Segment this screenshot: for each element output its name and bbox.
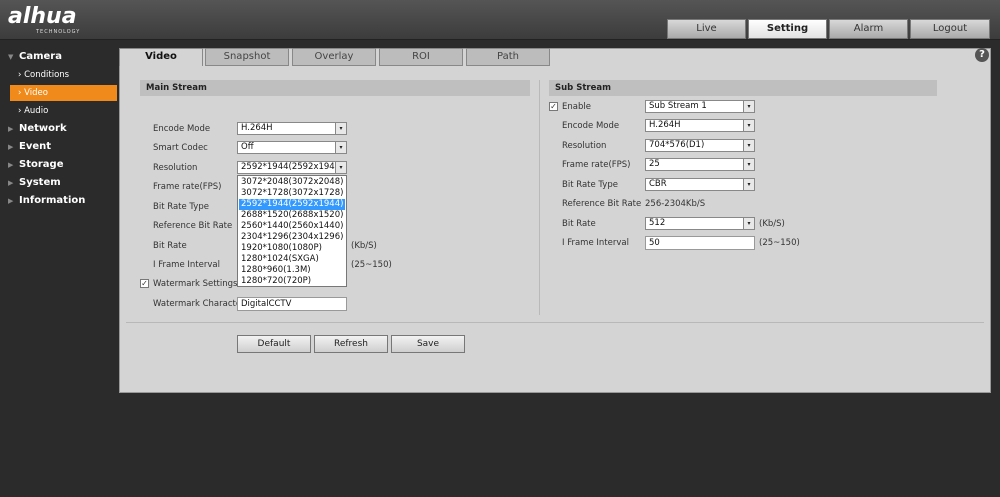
sub-bit-rate-type-select[interactable]: CBR ▾: [645, 178, 755, 191]
tab-roi[interactable]: ROI: [379, 48, 463, 66]
tab-path[interactable]: Path: [466, 48, 550, 66]
default-button[interactable]: Default: [237, 335, 311, 353]
main-stream-header: Main Stream: [140, 80, 530, 96]
column-divider: [539, 80, 540, 315]
bit-rate-type-label: Bit Rate Type: [153, 202, 209, 212]
resolution-option[interactable]: 2688*1520(2688x1520): [239, 210, 345, 221]
sub-bit-rate-type-label: Bit Rate Type: [562, 180, 618, 190]
caret-right-icon: ▶: [8, 125, 14, 133]
dropdown-arrow-icon: ▾: [743, 159, 754, 170]
brand-logo: alhua: [8, 4, 77, 29]
encode-mode-label: Encode Mode: [153, 124, 211, 134]
nav-live[interactable]: Live: [667, 19, 746, 39]
bit-rate-unit: (Kb/S): [351, 241, 377, 251]
resolution-option[interactable]: 2304*1296(2304x1296): [239, 232, 345, 243]
resolution-option-selected[interactable]: 2592*1944(2592x1944): [239, 199, 345, 210]
menu-video[interactable]: › Video: [10, 85, 117, 101]
sub-i-frame-input[interactable]: 50: [645, 236, 755, 250]
sub-encode-mode-label: Encode Mode: [562, 121, 620, 131]
sub-bit-rate-label: Bit Rate: [562, 219, 596, 229]
dropdown-arrow-icon: ▾: [335, 142, 346, 153]
caret-right-icon: ▶: [8, 179, 14, 187]
smart-codec-label: Smart Codec: [153, 143, 208, 153]
sub-i-frame-label: I Frame Interval: [562, 238, 629, 248]
resolution-option[interactable]: 2560*1440(2560x1440): [239, 221, 345, 232]
chevron-right-icon: ›: [18, 88, 22, 98]
enable-checkbox[interactable]: ✓: [549, 102, 558, 111]
menu-network[interactable]: ▶ Network: [8, 121, 118, 137]
dropdown-arrow-icon: ▾: [743, 101, 754, 112]
tab-video[interactable]: Video: [119, 48, 203, 66]
menu-conditions[interactable]: › Conditions: [10, 67, 117, 83]
resolution-label: Resolution: [153, 163, 198, 173]
nav-setting[interactable]: Setting: [748, 19, 827, 39]
tab-snapshot[interactable]: Snapshot: [205, 48, 289, 66]
resolution-option[interactable]: 1280*1024(SXGA): [239, 254, 345, 265]
dropdown-arrow-icon: ▾: [743, 140, 754, 151]
caret-right-icon: ▶: [8, 197, 14, 205]
caret-right-icon: ▶: [8, 143, 14, 151]
sub-stream-header: Sub Stream: [549, 80, 937, 96]
horizontal-divider: [126, 322, 984, 323]
chevron-right-icon: ›: [18, 70, 22, 80]
resolution-option[interactable]: 1920*1080(1080P): [239, 243, 345, 254]
nav-alarm[interactable]: Alarm: [829, 19, 908, 39]
dropdown-arrow-icon: ▾: [743, 218, 754, 229]
dropdown-arrow-icon: ▾: [743, 179, 754, 190]
resolution-option[interactable]: 1280*960(1.3M): [239, 265, 345, 276]
sub-resolution-label: Resolution: [562, 141, 607, 151]
enable-label: Enable: [562, 102, 591, 112]
sub-resolution-select[interactable]: 704*576(D1) ▾: [645, 139, 755, 152]
ref-bit-rate-label: Reference Bit Rate: [153, 221, 233, 231]
dropdown-arrow-icon: ▾: [335, 162, 346, 173]
watermark-character-input[interactable]: DigitalCCTV: [237, 297, 347, 311]
menu-information[interactable]: ▶ Information: [8, 193, 118, 209]
sub-ref-bit-rate-value: 256-2304Kb/S: [645, 199, 706, 209]
resolution-dropdown-list: 3072*2048(3072x2048) 3072*1728(3072x1728…: [237, 175, 347, 287]
resolution-option[interactable]: 3072*2048(3072x2048): [239, 177, 345, 188]
watermark-settings-label: Watermark Settings: [153, 279, 238, 289]
menu-audio[interactable]: › Audio: [10, 103, 117, 119]
sub-ref-bit-rate-label: Reference Bit Rate: [562, 199, 642, 209]
dropdown-arrow-icon: ▾: [335, 123, 346, 134]
watermark-checkbox[interactable]: ✓: [140, 279, 149, 288]
sub-frame-rate-select[interactable]: 25 ▾: [645, 158, 755, 171]
caret-down-icon: ▼: [8, 53, 14, 61]
sub-bit-rate-select[interactable]: 512 ▾: [645, 217, 755, 230]
menu-system[interactable]: ▶ System: [8, 175, 118, 191]
encode-mode-select[interactable]: H.264H ▾: [237, 122, 347, 135]
sub-i-frame-range: (25~150): [759, 238, 800, 248]
sub-stream-select[interactable]: Sub Stream 1 ▾: [645, 100, 755, 113]
sub-bit-rate-unit: (Kb/S): [759, 219, 785, 229]
resolution-option[interactable]: 1280*720(720P): [239, 276, 345, 287]
watermark-character-label: Watermark Character: [153, 299, 245, 309]
menu-storage[interactable]: ▶ Storage: [8, 157, 118, 173]
sub-frame-rate-label: Frame rate(FPS): [562, 160, 631, 170]
help-icon[interactable]: ?: [975, 48, 989, 62]
brand-logo-sub: TECHNOLOGY: [36, 29, 81, 35]
resolution-option[interactable]: 3072*1728(3072x1728): [239, 188, 345, 199]
save-button[interactable]: Save: [391, 335, 465, 353]
chevron-right-icon: ›: [18, 106, 22, 116]
tab-overlay[interactable]: Overlay: [292, 48, 376, 66]
menu-camera[interactable]: ▼ Camera: [8, 49, 118, 65]
i-frame-range: (25~150): [351, 260, 392, 270]
smart-codec-select[interactable]: Off ▾: [237, 141, 347, 154]
bit-rate-label: Bit Rate: [153, 241, 187, 251]
nav-logout[interactable]: Logout: [910, 19, 990, 39]
frame-rate-label: Frame rate(FPS): [153, 182, 222, 192]
i-frame-label: I Frame Interval: [153, 260, 220, 270]
dropdown-arrow-icon: ▾: [743, 120, 754, 131]
caret-right-icon: ▶: [8, 161, 14, 169]
resolution-select[interactable]: 2592*1944(2592x1944) ▾: [237, 161, 347, 174]
refresh-button[interactable]: Refresh: [314, 335, 388, 353]
menu-event[interactable]: ▶ Event: [8, 139, 118, 155]
sub-encode-mode-select[interactable]: H.264H ▾: [645, 119, 755, 132]
